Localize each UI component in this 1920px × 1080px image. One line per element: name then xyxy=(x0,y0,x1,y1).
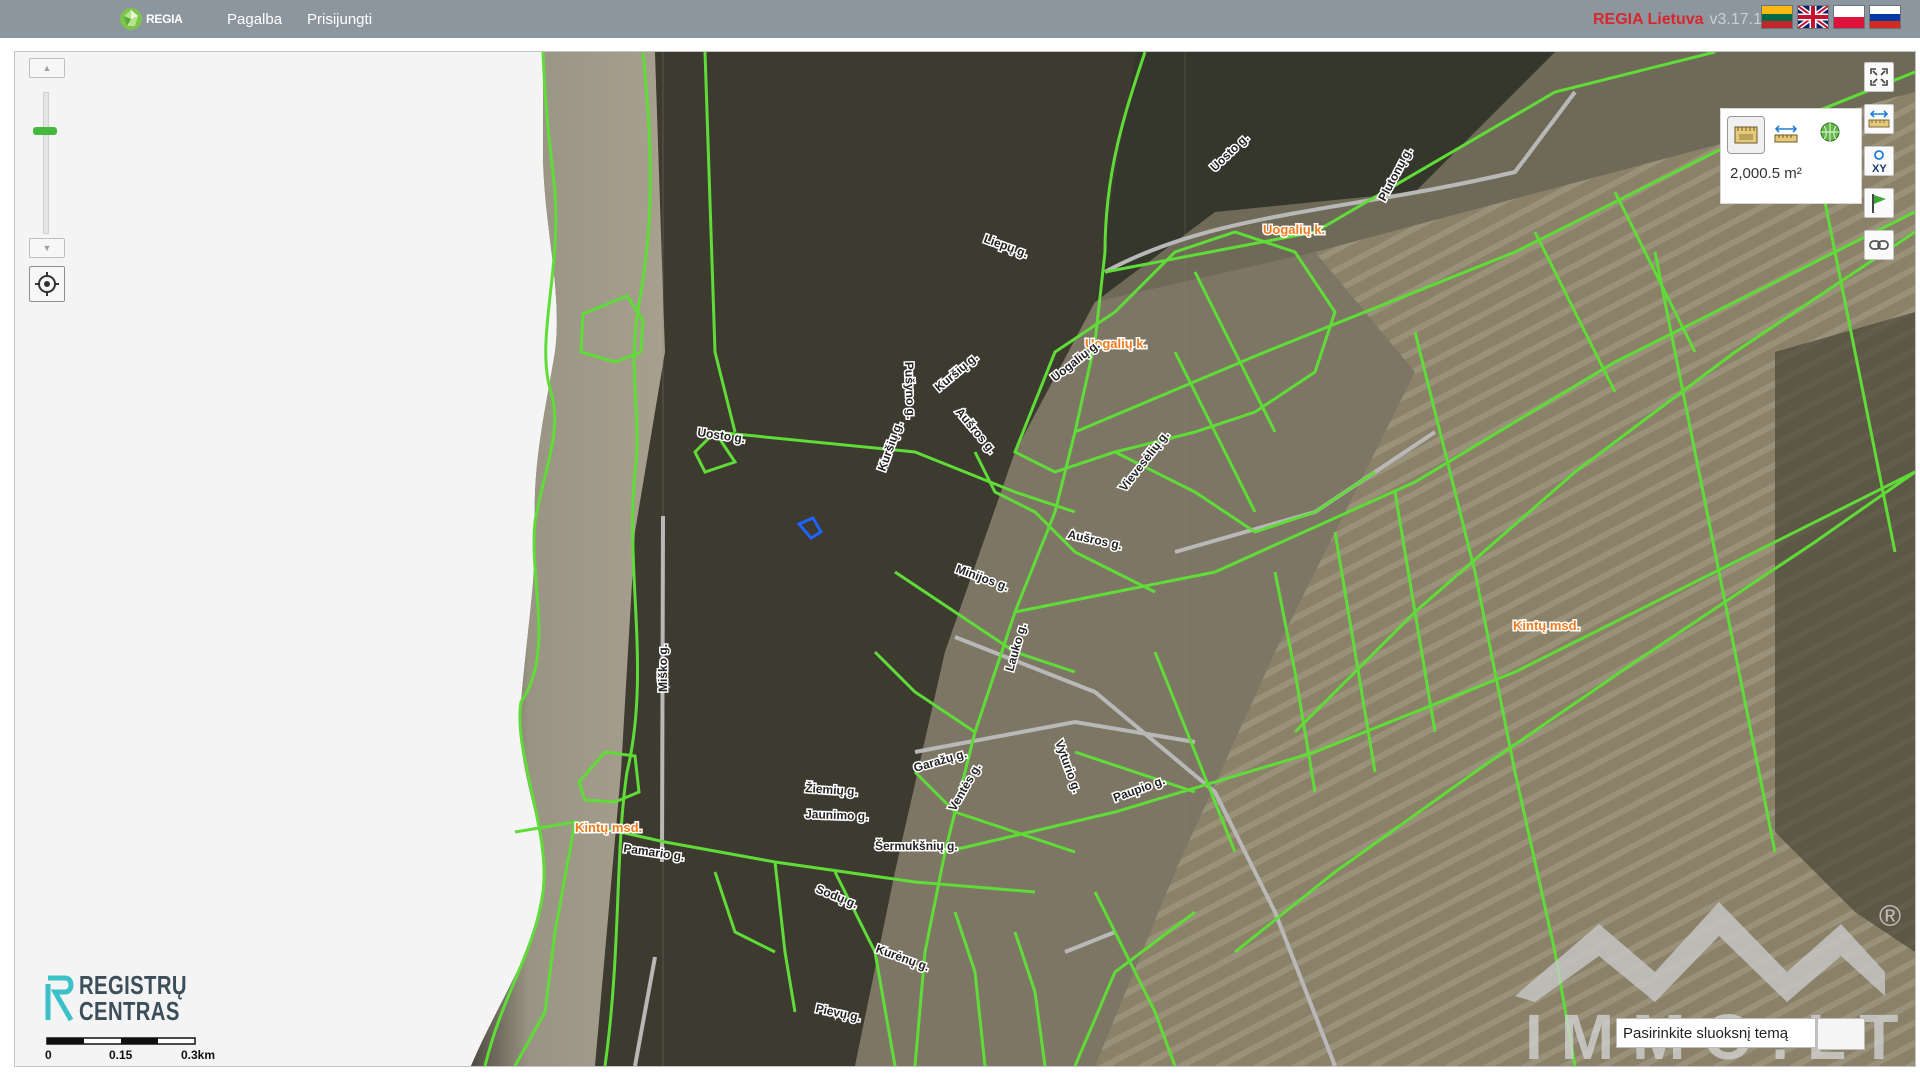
scale-label: 0.15 xyxy=(109,1048,133,1062)
nav-help-link[interactable]: Pagalba xyxy=(227,11,282,28)
locate-icon xyxy=(35,272,59,296)
scale-label: 0 xyxy=(45,1048,52,1062)
map-frame[interactable]: Uogalių k. Uogalių k. Kintų msd. Kintų m… xyxy=(14,51,1916,1067)
ru-flag-icon[interactable] xyxy=(1869,5,1901,29)
top-bar: REGIA Pagalba Prisijungti REGIA Lietuva v… xyxy=(0,0,1920,38)
rc-logo-icon xyxy=(45,975,74,1022)
street-label: Jaunimo g. xyxy=(805,807,869,823)
place-label: Kintų msd. xyxy=(1513,618,1580,633)
registered-mark: ® xyxy=(1879,900,1902,933)
zoom-out-button[interactable]: ▼ xyxy=(29,238,65,258)
place-label: Kintų msd. xyxy=(575,820,642,835)
measure-distance-button[interactable] xyxy=(1864,104,1894,134)
xy-coordinates-button[interactable]: XY xyxy=(1864,146,1894,176)
en-flag-icon[interactable] xyxy=(1797,5,1829,29)
svg-text:XY: XY xyxy=(1872,163,1887,175)
nav-login-link[interactable]: Prisijungti xyxy=(307,11,372,28)
link-icon xyxy=(1869,240,1889,250)
logo-line-2: CENTRAS xyxy=(79,996,180,1026)
regia-logo[interactable]: REGIA xyxy=(118,6,183,32)
scale-label: 0.3km xyxy=(181,1048,216,1062)
globe-button[interactable] xyxy=(1813,116,1847,152)
flag-button[interactable] xyxy=(1864,188,1894,218)
logo-text: REGIA xyxy=(146,12,183,26)
brand: REGIA Lietuva v3.17.1 xyxy=(1593,11,1762,29)
zoom-in-button[interactable]: ▲ xyxy=(29,58,65,78)
area-ruler-button[interactable] xyxy=(1727,116,1765,154)
distance-ruler-button[interactable] xyxy=(1769,116,1803,152)
zoom-slider-handle[interactable] xyxy=(33,127,57,135)
link-button[interactable] xyxy=(1864,230,1894,260)
app-version: v3.17.1 xyxy=(1709,11,1762,28)
area-ruler-icon xyxy=(1734,126,1758,144)
zoom-slider-track[interactable] xyxy=(43,92,49,234)
fullscreen-button[interactable] xyxy=(1864,62,1894,92)
locate-button[interactable] xyxy=(29,266,65,302)
scale-bar: 0 0.15 0.3km xyxy=(45,1036,245,1066)
measure-distance-icon xyxy=(1868,110,1890,128)
lt-flag-icon[interactable] xyxy=(1761,5,1793,29)
layer-search-button[interactable] xyxy=(1817,1018,1865,1050)
distance-ruler-icon xyxy=(1774,125,1798,143)
immo-roof-logo xyxy=(1515,902,1885,1002)
layer-search-input[interactable] xyxy=(1616,1018,1816,1048)
flag-icon xyxy=(1872,194,1886,213)
zoom-out-arrow-icon: ▼ xyxy=(42,243,52,253)
street-label: Miško g. xyxy=(656,644,670,692)
registru-centras-logo: REGISTRŲ CENTRAS xyxy=(43,970,203,1032)
xy-coordinates-icon: XY xyxy=(1872,150,1887,175)
measure-value: 2,000.5 m² xyxy=(1730,165,1802,182)
brand-name: REGIA Lietuva xyxy=(1592,11,1704,28)
street-label: Pušyno g. xyxy=(902,362,918,420)
pl-flag-icon[interactable] xyxy=(1833,5,1865,29)
zoom-in-arrow-icon: ▲ xyxy=(42,63,52,73)
measure-panel: 2,000.5 m² xyxy=(1720,108,1862,204)
place-label: Uogalių k. xyxy=(1263,222,1325,237)
globe-icon xyxy=(1820,122,1840,142)
street-label: Šermukšnių g. xyxy=(875,838,958,853)
regia-gem-icon xyxy=(120,8,142,30)
fullscreen-icon xyxy=(1870,68,1888,86)
